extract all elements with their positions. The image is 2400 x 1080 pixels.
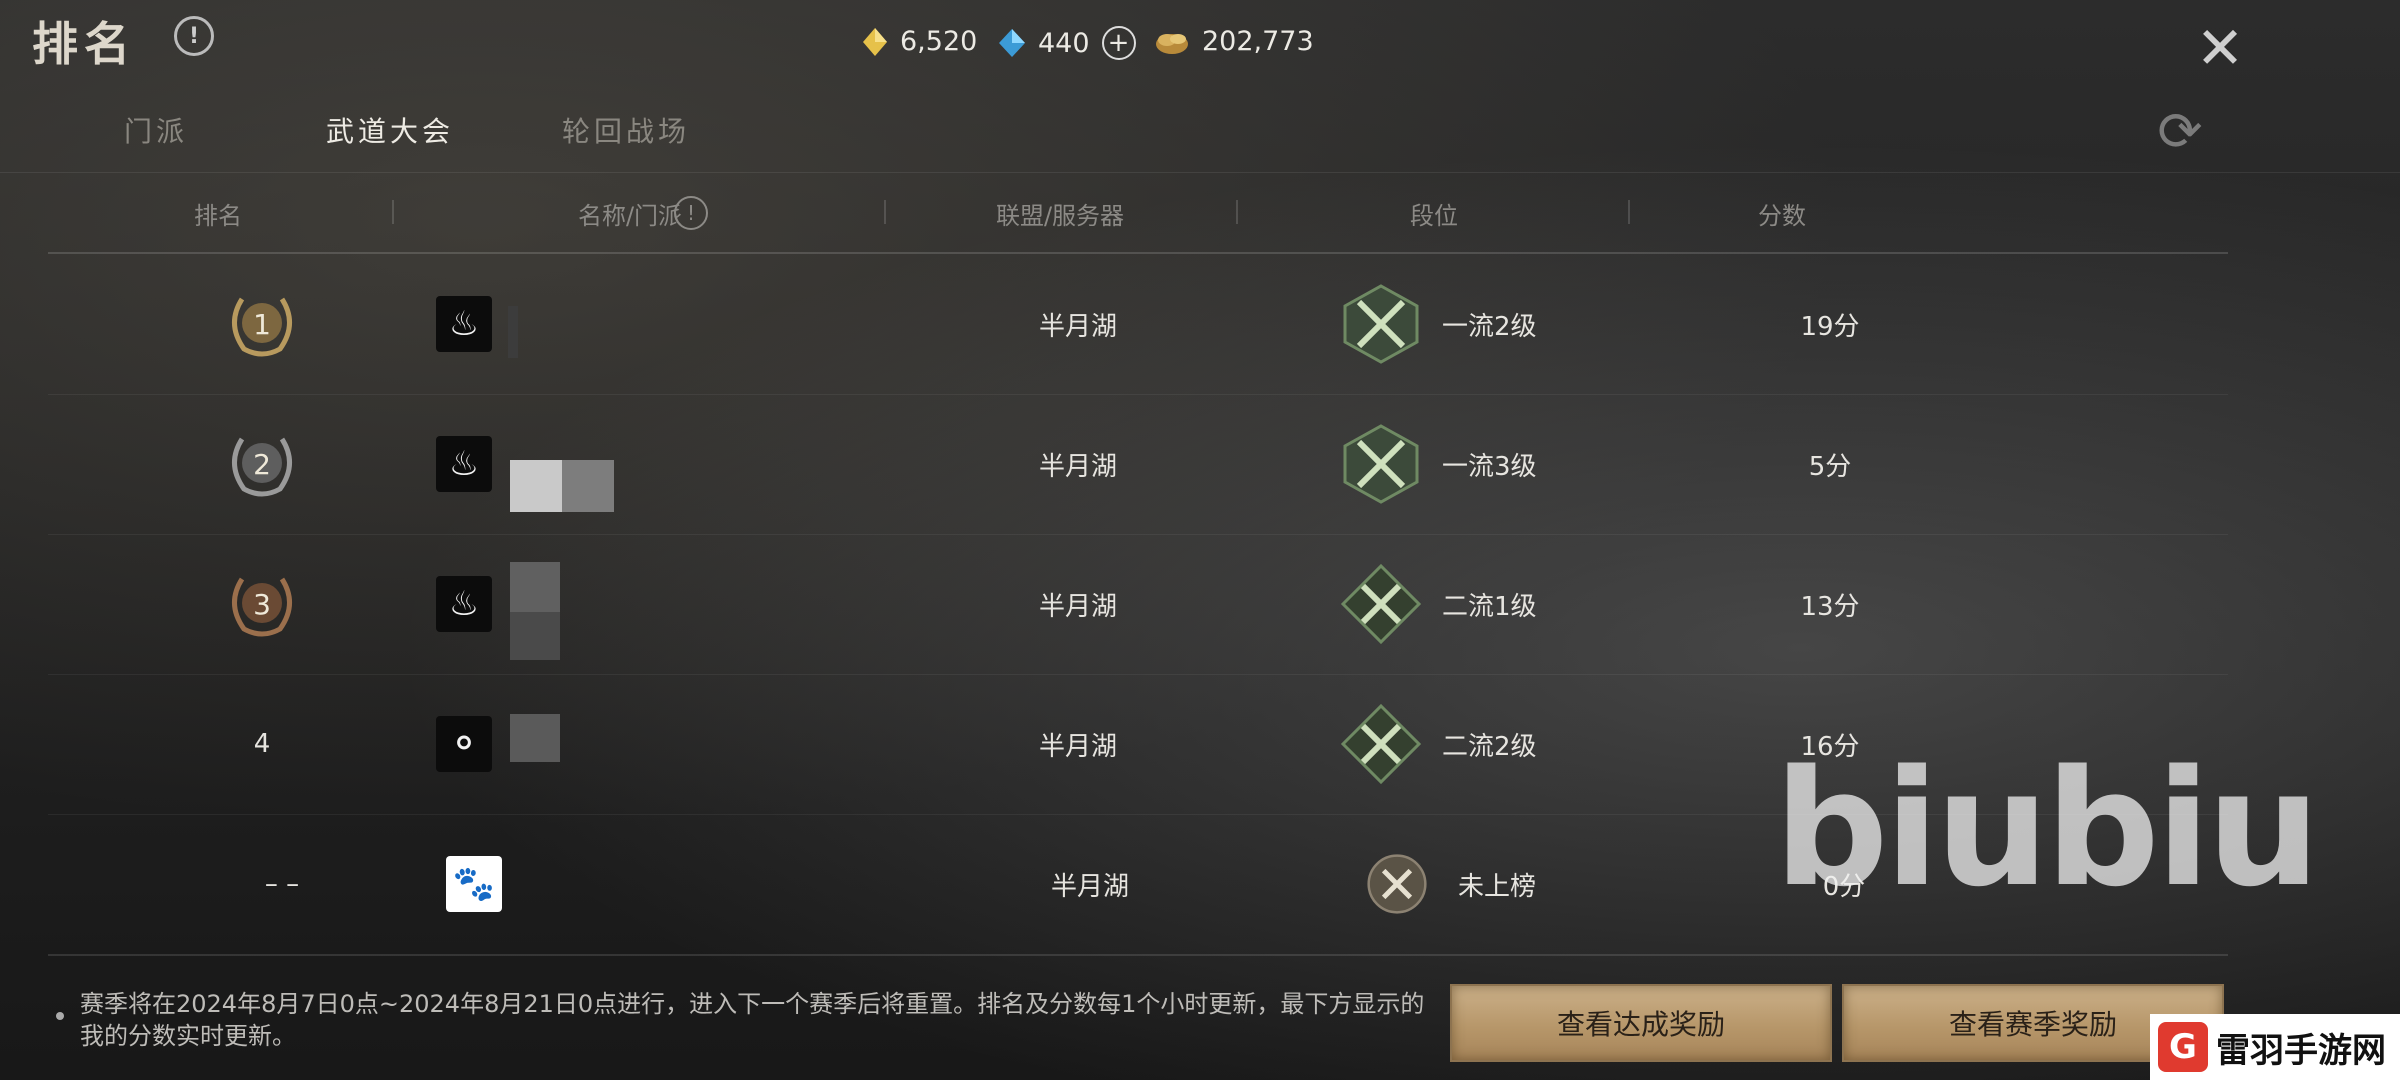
column-separator [392,200,394,224]
score-value: 13分 [1800,591,1860,622]
column-separator [884,200,886,224]
rank-number: 4 [253,729,271,759]
blurred-player-name [510,714,560,762]
tier-first-class-icon [1343,424,1419,504]
rank-medal-bronze: 3 [222,569,302,639]
site-logo-mark: G [2158,1022,2208,1072]
tier-label: 一流2级 [1442,311,1537,342]
tier-second-class-icon [1340,563,1422,645]
currency-crystal-value: 440 [1038,27,1090,59]
currency-crystal: 440 + [998,26,1136,60]
page-title: 排名 [32,17,136,71]
sect-beast-icon: 🐾 [446,856,502,912]
tier-label: 二流2级 [1442,731,1537,762]
currency-coin: 202,773 [1154,26,1314,57]
blurred-player-name [510,562,560,612]
sect-flame-icon: ♨ [436,436,492,492]
tier-second-class-icon [1340,703,1422,785]
table-row[interactable]: 1 ♨ 半月湖 一流2级 19分 [48,254,2228,395]
rank-number: 2 [253,447,271,481]
close-icon[interactable]: ✕ [2194,19,2246,77]
rank-medal-gold: 1 [222,289,302,359]
tab-divider [0,172,2400,173]
server-name: 半月湖 [1038,731,1117,762]
blurred-player-name [510,612,560,660]
column-header-tier: 段位 [1410,202,1458,230]
score-value: 5分 [1808,451,1852,482]
blurred-player-name [562,460,614,512]
blue-crystal-icon [999,29,1025,57]
column-header-rank: 排名 [194,202,242,230]
server-name: 半月湖 [1050,871,1129,902]
refresh-icon[interactable]: ⟳ [2150,102,2210,162]
site-logo: G 雷羽手游网 [2150,1014,2400,1080]
table-row[interactable]: 2 ♨ 半月湖 一流3级 5分 [48,394,2228,535]
view-achievement-rewards-button[interactable]: 查看达成奖励 [1450,984,1832,1062]
currency-gold: 6,520 [862,26,977,57]
currency-coin-value: 202,773 [1202,26,1314,57]
tier-label: 二流1级 [1442,591,1537,622]
info-icon[interactable]: ! [174,16,214,56]
column-separator [1628,200,1630,224]
server-name: 半月湖 [1038,311,1117,342]
server-name: 半月湖 [1038,451,1117,482]
tab-sect[interactable]: 门派 [124,110,188,150]
tab-martial-tournament[interactable]: 武道大会 [326,110,454,150]
copper-coin-icon [1156,33,1188,54]
biubiu-watermark: biubiu [1774,735,2321,922]
tab-reincarnation-battlefield[interactable]: 轮回战场 [562,110,690,150]
rank-medal-silver: 2 [222,429,302,499]
sect-flame-icon: ♨ [436,576,492,632]
tier-label: 一流3级 [1442,451,1537,482]
table-row[interactable]: 3 ♨ 半月湖 二流1级 13分 [48,534,2228,675]
column-separator [1236,200,1238,224]
name-info-icon[interactable]: ! [674,196,708,230]
score-value: 19分 [1800,311,1860,342]
sect-ring-icon: ⚬ [436,716,492,772]
blurred-player-name [508,306,518,358]
rank-number: 3 [253,587,271,621]
column-header-server: 联盟/服务器 [995,202,1125,230]
column-header-score: 分数 [1758,202,1806,230]
server-name: 半月湖 [1038,591,1117,622]
rank-number: 1 [253,307,271,341]
season-note: 赛季将在2024年8月7日0点~2024年8月21日0点进行，进入下一个赛季后将… [80,990,1425,1050]
site-logo-text: 雷羽手游网 [2216,1030,2386,1071]
bullet-dot [56,1012,64,1020]
tier-label: 未上榜 [1458,871,1537,902]
tier-first-class-icon [1343,284,1419,364]
gold-ingot-icon [863,27,887,56]
rank-number: – – [264,869,300,899]
tier-unranked-icon [1367,854,1427,914]
blurred-player-name [510,460,562,512]
add-crystal-button[interactable]: + [1101,26,1136,60]
sect-flame-icon: ♨ [436,296,492,352]
currency-gold-value: 6,520 [900,26,978,57]
